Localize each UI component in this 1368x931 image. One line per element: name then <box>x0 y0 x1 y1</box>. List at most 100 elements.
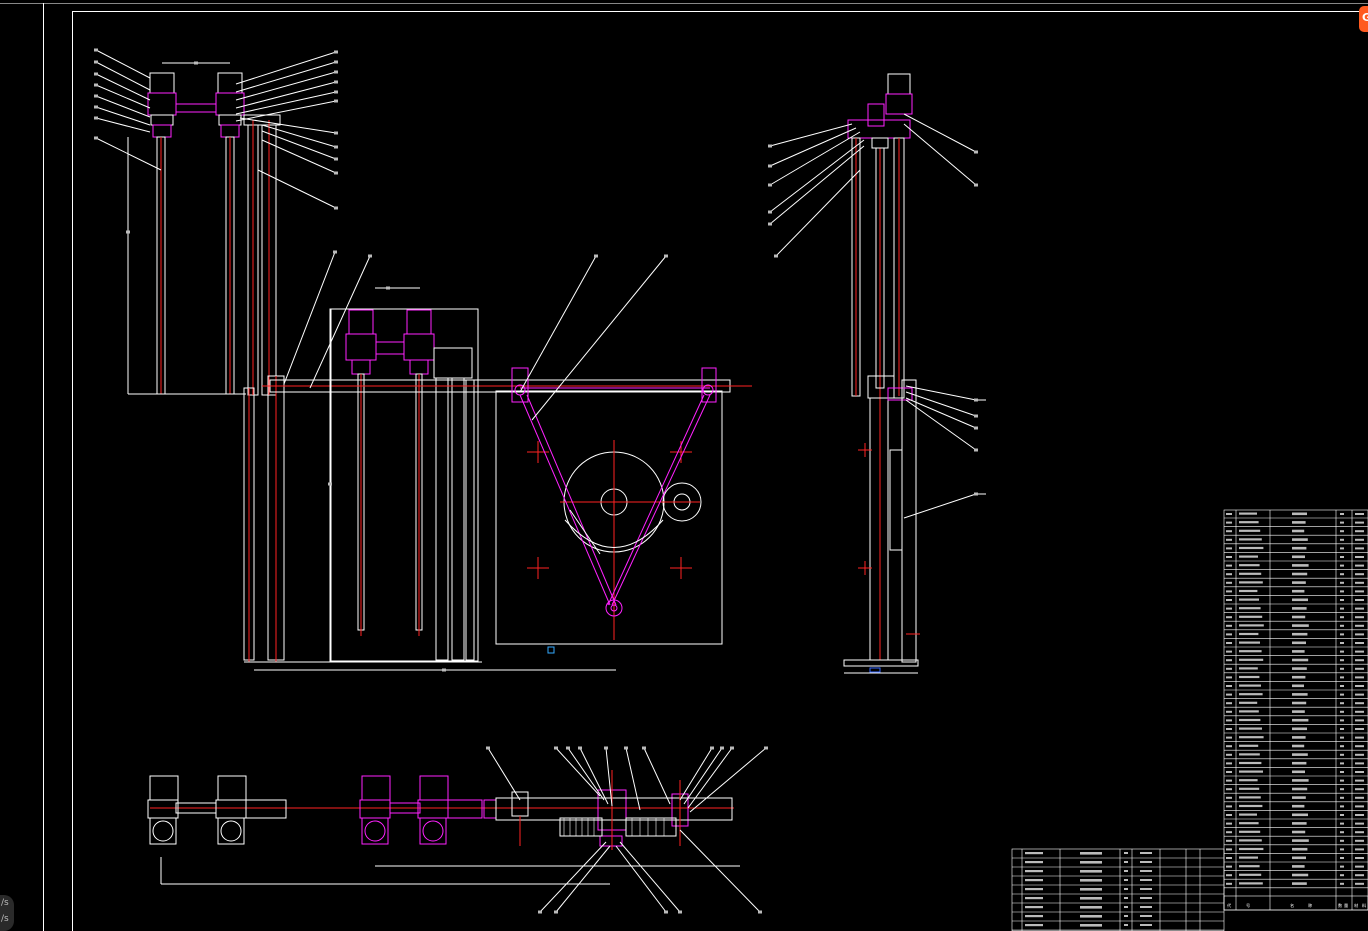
cell-text-mark <box>1292 632 1308 636</box>
cell-text-mark <box>1226 710 1232 713</box>
cell-text-mark <box>1239 615 1263 618</box>
cell-text-mark <box>1340 839 1344 842</box>
cell-text-mark <box>1239 839 1262 842</box>
right-side-view <box>769 73 986 674</box>
cell-text-mark <box>1140 852 1152 854</box>
cell-text-mark <box>1226 805 1232 808</box>
cell-text-mark <box>730 746 734 750</box>
cell-text-mark <box>1292 564 1309 567</box>
cell-text-mark <box>1292 856 1306 860</box>
cell-text-mark <box>1239 718 1261 722</box>
cell-text-mark <box>1080 888 1102 891</box>
app-badge-icon[interactable]: G <box>1359 6 1368 32</box>
cell-text-mark <box>1340 547 1344 550</box>
cell-text-mark <box>1340 642 1344 644</box>
cell-text-mark <box>768 164 772 168</box>
header-name-2: 称 <box>1308 902 1312 909</box>
cell-text-mark <box>1340 771 1344 773</box>
cell-text-mark <box>1226 814 1232 816</box>
header-name: 名 <box>1290 902 1294 909</box>
cell-text-mark <box>1292 512 1307 516</box>
header-material-2: 料 <box>1362 902 1367 909</box>
cell-text-mark <box>1226 616 1232 619</box>
cell-text-mark <box>1226 581 1232 584</box>
cell-text-mark <box>1292 736 1306 739</box>
cell-text-mark <box>1355 831 1364 834</box>
cell-text-mark <box>194 61 198 65</box>
cell-text-mark <box>1239 675 1260 679</box>
cell-text-mark <box>94 94 98 98</box>
cell-text-mark <box>974 426 978 430</box>
cell-text-mark <box>1292 555 1305 559</box>
cell-text-mark <box>1239 779 1258 782</box>
cell-text-mark <box>1239 753 1260 756</box>
cell-text-mark <box>1355 521 1364 524</box>
cell-text-mark <box>1080 861 1102 864</box>
cell-text-mark <box>1355 590 1364 593</box>
cell-text-mark <box>1080 852 1102 855</box>
cell-text-mark <box>334 50 338 54</box>
cell-text-mark <box>1239 865 1260 868</box>
cell-text-mark <box>334 90 338 94</box>
cell-text-mark <box>554 910 558 914</box>
cell-text-mark <box>768 210 772 214</box>
cad-drawing-canvas[interactable]: 代 号 名 称 数 量 材 料 <box>0 0 1368 931</box>
cell-text-mark <box>1226 719 1232 722</box>
cell-text-mark <box>594 254 598 258</box>
cell-text-mark <box>1239 882 1263 885</box>
cell-text-mark <box>1226 685 1232 687</box>
cell-text-mark <box>1025 861 1043 864</box>
cell-text-mark <box>1226 624 1232 627</box>
cell-text-mark <box>1239 684 1261 687</box>
cell-text-mark <box>328 482 332 486</box>
cell-text-mark <box>758 910 762 914</box>
cell-text-mark <box>1226 762 1232 765</box>
cell-text-mark <box>1292 710 1305 713</box>
cell-text-mark <box>1340 573 1344 576</box>
cell-text-mark <box>1292 529 1305 533</box>
cell-text-mark <box>1292 667 1307 670</box>
cell-text-mark <box>624 746 628 750</box>
cell-text-mark <box>1292 779 1309 782</box>
cell-text-mark <box>1124 861 1128 863</box>
cell-text-mark <box>1340 874 1344 877</box>
cell-text-mark <box>334 99 338 103</box>
cell-text-mark <box>1355 607 1364 610</box>
cell-text-mark <box>664 254 668 258</box>
cell-text-mark <box>1226 676 1232 679</box>
cell-text-mark <box>1226 521 1232 524</box>
cell-text-mark <box>1239 641 1260 644</box>
cell-text-mark <box>1340 693 1344 696</box>
cell-text-mark <box>1355 685 1364 687</box>
cell-text-mark <box>1292 718 1309 722</box>
cell-text-mark <box>334 206 338 210</box>
cell-text-mark <box>333 250 337 254</box>
cell-text-mark <box>1340 633 1344 636</box>
cell-text-mark <box>1292 830 1306 834</box>
cell-text-mark <box>334 145 338 149</box>
cell-text-mark <box>1340 607 1344 610</box>
cell-text-mark <box>1292 744 1305 748</box>
cell-text-mark <box>1226 530 1232 533</box>
cell-text-mark <box>1340 865 1344 868</box>
cell-text-mark <box>94 48 98 52</box>
cell-text-mark <box>1226 728 1232 730</box>
cell-text-mark <box>1355 581 1364 584</box>
cell-text-mark <box>1239 770 1263 773</box>
download-speed: /s <box>1 914 9 924</box>
cell-text-mark <box>1239 572 1262 575</box>
cell-text-mark <box>334 171 338 175</box>
cell-text-mark <box>1239 761 1262 765</box>
cell-text-mark <box>1239 564 1260 567</box>
cell-text-mark <box>1340 779 1344 782</box>
cell-text-mark <box>1355 745 1364 748</box>
cell-text-mark <box>1025 924 1043 927</box>
cell-text-mark <box>1239 555 1258 558</box>
cell-text-mark <box>1239 822 1259 825</box>
cell-text-mark <box>1292 598 1308 602</box>
cell-text-mark <box>442 668 446 672</box>
cell-text-mark <box>1292 770 1305 774</box>
cell-text-mark <box>1140 879 1152 881</box>
cell-text-mark <box>1239 710 1259 713</box>
cell-text-mark <box>1239 873 1262 876</box>
